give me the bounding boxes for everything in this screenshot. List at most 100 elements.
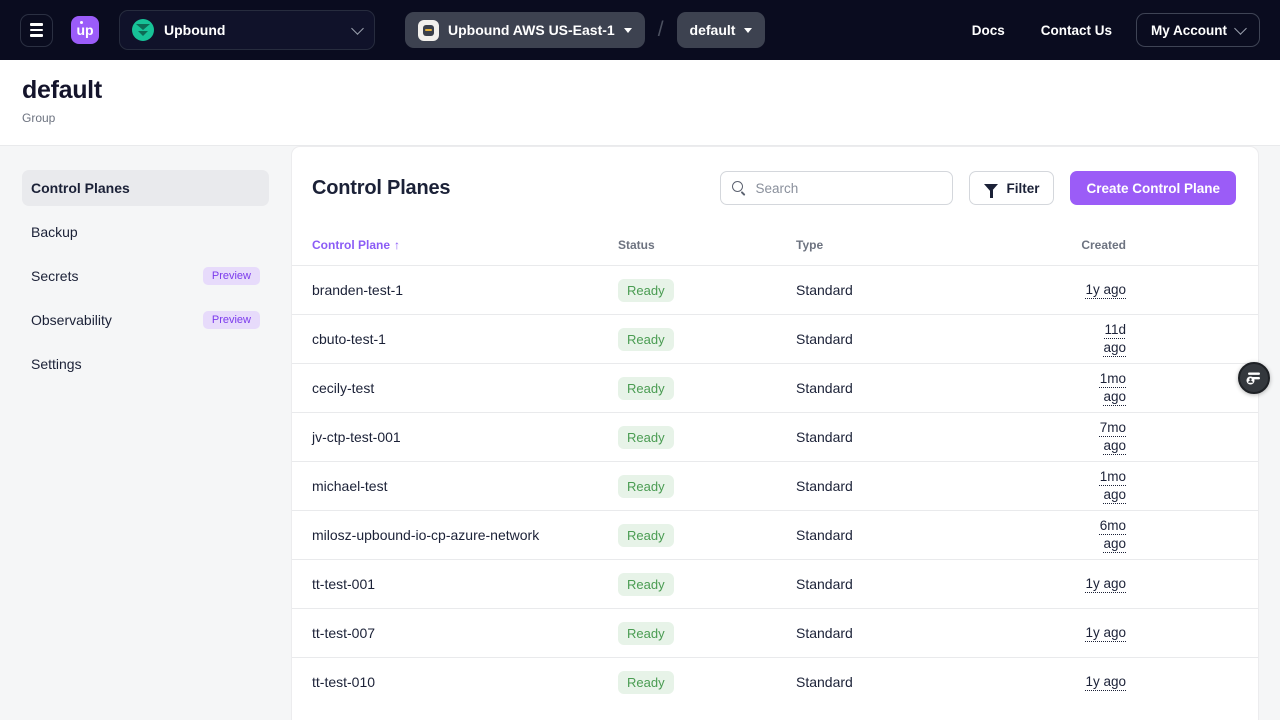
table-row[interactable]: cbuto-test-1Ready Standard 11d ago — [292, 314, 1258, 363]
organization-select[interactable]: Upbound — [119, 10, 375, 50]
organization-name: Upbound — [164, 22, 343, 38]
page-header: default Group — [0, 60, 1280, 146]
control-plane-type: Standard — [796, 380, 1081, 396]
control-plane-type: Standard — [796, 625, 1081, 641]
panel-title: Control Planes — [312, 177, 704, 200]
organization-avatar — [132, 19, 154, 41]
search-input[interactable] — [755, 181, 942, 196]
control-plane-name[interactable]: cbuto-test-1 — [312, 331, 618, 347]
control-plane-name[interactable]: michael-test — [312, 478, 618, 494]
status-badge: Ready — [618, 426, 674, 449]
control-plane-name[interactable]: tt-test-001 — [312, 576, 618, 592]
table-body: branden-test-1ReadyStandard1y agocbuto-t… — [292, 265, 1258, 706]
upbound-logo[interactable]: up — [71, 16, 99, 44]
page-title: default — [22, 76, 1258, 105]
status-badge: Ready — [618, 328, 674, 351]
upbound-logo-text: up — [76, 22, 93, 38]
control-plane-name[interactable]: cecily-test — [312, 380, 618, 396]
created-timestamp: 1mo ago — [1100, 469, 1126, 502]
created-timestamp: 1mo ago — [1100, 371, 1126, 404]
caret-down-icon — [624, 28, 632, 33]
table-row[interactable]: tt-test-001ReadyStandard1y ago — [292, 559, 1258, 608]
created-timestamp: 1y ago — [1085, 625, 1126, 640]
sidebar-item-settings[interactable]: Settings — [22, 346, 269, 382]
group-name: default — [690, 22, 736, 38]
sidebar-item-label: Observability — [31, 312, 112, 328]
table-header: Control Plane↑StatusTypeCreated — [292, 225, 1258, 265]
breadcrumb-separator: / — [658, 18, 664, 42]
table-row[interactable]: michael-testReady Standard 1mo ago — [292, 461, 1258, 510]
search-icon — [731, 180, 747, 196]
space-select[interactable]: Upbound AWS US-East-1 — [405, 12, 645, 48]
group-select[interactable]: default — [677, 12, 766, 48]
panel-header: Control Planes Filter Create Control Pla… — [292, 147, 1258, 225]
my-account-button[interactable]: My Account — [1136, 13, 1260, 47]
create-control-plane-button[interactable]: Create Control Plane — [1070, 171, 1236, 205]
status-badge: Ready — [618, 475, 674, 498]
caret-down-icon — [744, 28, 752, 33]
sidebar-item-observability[interactable]: Observability Preview — [22, 302, 269, 338]
hamburger-icon — [30, 23, 43, 26]
control-plane-type: Standard — [796, 429, 1081, 445]
column-header-created[interactable]: Created — [1081, 238, 1258, 252]
sidebar-item-backup[interactable]: Backup — [22, 214, 269, 250]
control-plane-type: Standard — [796, 527, 1081, 543]
chevron-down-icon — [1234, 22, 1247, 35]
status-badge: Ready — [618, 524, 674, 547]
resource-center-icon — [1245, 369, 1263, 387]
space-icon — [418, 20, 439, 41]
control-planes-panel: Control Planes Filter Create Control Pla… — [291, 146, 1259, 720]
hamburger-menu-button[interactable] — [20, 14, 53, 47]
page-subtitle: Group — [22, 111, 1258, 125]
column-header-status[interactable]: Status — [618, 238, 796, 252]
content-area: Control PlanesBackupSecretsPreviewObserv… — [0, 146, 1280, 720]
control-plane-name[interactable]: tt-test-010 — [312, 674, 618, 690]
table-row[interactable]: tt-test-007Ready Standard 1y ago — [292, 608, 1258, 657]
created-timestamp: 1y ago — [1085, 282, 1126, 297]
sidebar-item-label: Secrets — [31, 268, 78, 284]
control-plane-type: Standard — [796, 674, 1081, 690]
sidebar-item-label: Backup — [31, 224, 78, 240]
control-plane-name[interactable]: branden-test-1 — [312, 282, 618, 298]
table-row[interactable]: milosz-upbound-io-cp-azure-networkReady S… — [292, 510, 1258, 559]
filter-funnel-icon — [984, 184, 998, 192]
table-row[interactable]: branden-test-1Ready Standard 1y ago — [292, 265, 1258, 314]
control-plane-name[interactable]: tt-test-007 — [312, 625, 618, 641]
created-timestamp: 11d ago — [1103, 322, 1126, 355]
status-badge: Ready — [618, 377, 674, 400]
top-navbar: up Upbound Upbound AWS US-East-1 / defau… — [0, 0, 1280, 60]
sidebar-item-label: Settings — [31, 356, 82, 372]
column-header-type[interactable]: Type — [796, 238, 1081, 252]
table-row[interactable]: tt-test-010ReadyStandard1y ago — [292, 657, 1258, 706]
created-timestamp: 7mo ago — [1100, 420, 1126, 453]
sidebar: Control PlanesBackupSecretsPreviewObserv… — [0, 146, 291, 720]
preview-badge: Preview — [203, 311, 260, 329]
control-plane-name[interactable]: jv-ctp-test-001 — [312, 429, 618, 445]
sidebar-item-secrets[interactable]: Secrets Preview — [22, 258, 269, 294]
control-plane-name[interactable]: milosz-upbound-io-cp-azure-network — [312, 527, 618, 543]
status-badge: Ready — [618, 671, 674, 694]
table-row[interactable]: jv-ctp-test-001Ready Standard 7mo ago — [292, 412, 1258, 461]
control-plane-type: Standard — [796, 331, 1081, 347]
created-timestamp: 6mo ago — [1100, 518, 1126, 551]
sidebar-item-control-planes[interactable]: Control Planes — [22, 170, 269, 206]
table-row[interactable]: cecily-testReady Standard 1mo ago — [292, 363, 1258, 412]
column-header-control-plane[interactable]: Control Plane↑ — [312, 238, 618, 252]
control-plane-type: Standard — [796, 478, 1081, 494]
chevron-down-icon — [351, 22, 364, 35]
my-account-label: My Account — [1151, 23, 1227, 38]
control-plane-type: Standard — [796, 282, 1081, 298]
control-plane-type: Standard — [796, 576, 1081, 592]
status-badge: Ready — [618, 622, 674, 645]
docs-link[interactable]: Docs — [972, 23, 1005, 38]
space-name: Upbound AWS US-East-1 — [448, 22, 615, 38]
resource-center-widget-button[interactable] — [1238, 362, 1270, 394]
preview-badge: Preview — [203, 267, 260, 285]
sidebar-item-label: Control Planes — [31, 180, 130, 196]
status-badge: Ready — [618, 279, 674, 302]
filter-button[interactable]: Filter — [969, 171, 1054, 205]
search-box — [720, 171, 953, 205]
sort-ascending-icon: ↑ — [394, 238, 400, 252]
contact-us-link[interactable]: Contact Us — [1041, 23, 1112, 38]
status-badge: Ready — [618, 573, 674, 596]
